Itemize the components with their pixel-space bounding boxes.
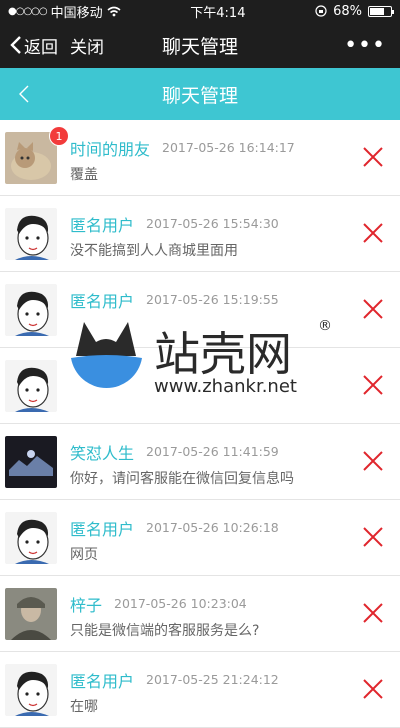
signal-icon: ●○○○○ [8, 5, 48, 17]
status-left: ●○○○○ 中国移动 [8, 2, 121, 21]
chat-user-name: 匿名用户 [70, 292, 135, 311]
chat-message: 在哪 [70, 699, 98, 715]
chevron-left-icon [10, 36, 21, 54]
page-title: 聊天管理 [161, 35, 238, 58]
chat-timestamp: 2017-05-26 10:23:04 [114, 596, 247, 611]
status-right: 68% [315, 3, 394, 19]
chat-message: 覆盖 [70, 167, 98, 183]
sub-header-title: 聊天管理 [161, 84, 238, 107]
chat-timestamp: 2017-05-26 11:41:59 [146, 444, 279, 459]
chat-user-name: 匿名用户 [70, 520, 135, 539]
chat-list-item[interactable]: 匿名用户 2017-05-25 21:24:12 在哪 [0, 652, 400, 728]
chat-list-item[interactable]: 匿名用户 2017-05-26 15:54:30 没不能搞到人人商城里面用 [0, 196, 400, 272]
chat-list-item[interactable]: 匿名用户 2017-05-26 10:26:18 网页 [0, 500, 400, 576]
avatar [5, 284, 57, 336]
chat-user-name: 匿名用户 [70, 672, 135, 691]
chat-message: 网页 [70, 547, 98, 563]
chat-timestamp: 2017-05-26 10:26:18 [146, 520, 279, 535]
delete-icon[interactable] [362, 602, 384, 624]
battery-percent: 68% [333, 3, 362, 19]
sub-header: 聊天管理 [0, 68, 400, 120]
more-button[interactable]: ••• [344, 22, 386, 68]
nav-bar: 返回 关闭 聊天管理 ••• [0, 22, 400, 68]
chat-user-name: 笑怼人生 [70, 444, 135, 463]
delete-icon[interactable] [362, 298, 384, 320]
chat-list-item[interactable]: 笑怼人生 2017-05-26 11:41:59 你好，请问客服能在微信回复信息吗 [0, 424, 400, 500]
avatar [5, 360, 57, 412]
delete-icon[interactable] [362, 222, 384, 244]
chat-message: 只能是微信端的客服服务是么? [70, 623, 260, 639]
chat-message: 你好，请问客服能在微信回复信息吗 [70, 471, 294, 487]
avatar [5, 588, 57, 640]
watermark-registered: ® [318, 318, 332, 334]
chat-user-name: 梓子 [70, 596, 103, 615]
carrier-label: 中国移动 [50, 5, 103, 21]
back-label: 返回 [24, 37, 58, 58]
delete-icon[interactable] [362, 146, 384, 168]
status-bar: ●○○○○ 中国移动 下午4:14 68% [0, 0, 400, 22]
watermark-brand: 站壳网 [154, 327, 292, 381]
sub-back-button[interactable] [18, 68, 30, 120]
chat-list-item[interactable]: 梓子 2017-05-26 10:23:04 只能是微信端的客服服务是么? [0, 576, 400, 652]
watermark-url: www.zhankr.net [154, 376, 297, 397]
status-time: 下午4:14 [190, 5, 246, 21]
avatar [5, 664, 57, 716]
delete-icon[interactable] [362, 374, 384, 396]
unread-badge: 1 [49, 126, 69, 146]
avatar [5, 512, 57, 564]
avatar [5, 436, 57, 488]
chat-list: 时间的朋友 2017-05-26 16:14:17 覆盖匿名用户 2017-05-26… [0, 120, 400, 728]
chat-timestamp: 2017-05-25 21:24:12 [146, 672, 279, 687]
wifi-icon [107, 6, 121, 16]
watermark-logo: 站壳网 ® www.zhankr.net [71, 318, 332, 397]
chat-message: 没不能搞到人人商城里面用 [70, 243, 238, 259]
chat-timestamp: 2017-05-26 15:19:55 [146, 292, 279, 307]
orientation-lock-icon [315, 5, 327, 17]
delete-icon[interactable] [362, 526, 384, 548]
chat-timestamp: 2017-05-26 16:14:17 [162, 140, 295, 155]
chevron-left-icon [19, 85, 29, 103]
chat-timestamp: 2017-05-26 15:54:30 [146, 216, 279, 231]
chat-user-name: 时间的朋友 [70, 140, 151, 159]
battery-fill [369, 7, 384, 15]
close-button[interactable]: 关闭 [70, 22, 104, 68]
battery-icon [367, 5, 394, 17]
chat-user-name: 匿名用户 [70, 216, 135, 235]
back-button[interactable]: 返回 [10, 22, 58, 68]
delete-icon[interactable] [362, 450, 384, 472]
avatar [5, 208, 57, 260]
delete-icon[interactable] [362, 678, 384, 700]
